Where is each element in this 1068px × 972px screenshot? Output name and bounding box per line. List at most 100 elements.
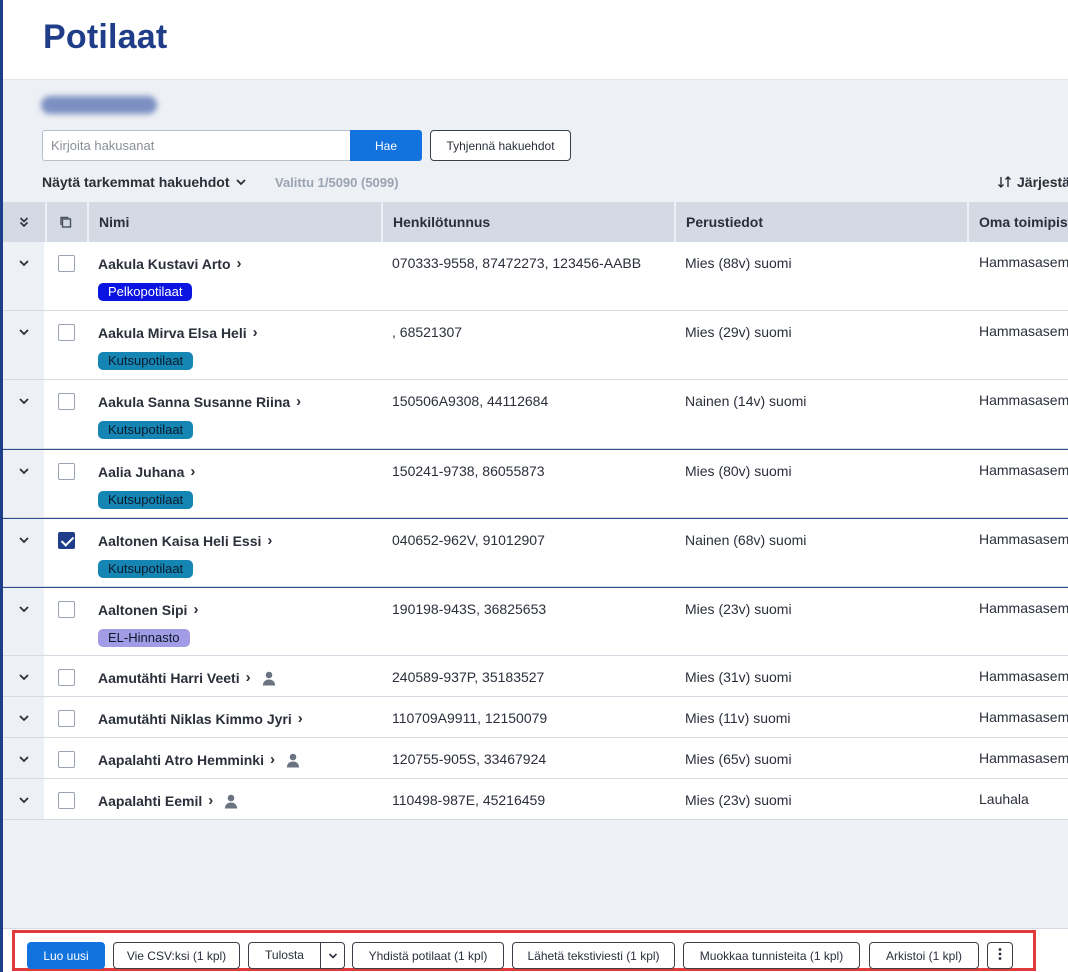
- sort-icon: [998, 176, 1011, 188]
- row-checkbox[interactable]: [58, 532, 75, 549]
- patient-office: Hammasasema: [979, 254, 1068, 270]
- row-checkbox[interactable]: [58, 324, 75, 341]
- create-new-button[interactable]: Luo uusi: [27, 942, 105, 969]
- row-checkbox[interactable]: [58, 710, 75, 727]
- patient-name-link[interactable]: Aakula Kustavi Arto ›: [98, 255, 242, 272]
- patient-info: Mies (23v) suomi: [685, 792, 792, 808]
- table-row[interactable]: Aamutähti Harri Veeti › 240589-937P, 35183…: [3, 656, 1068, 697]
- patient-tag: Kutsupotilaat: [98, 491, 194, 509]
- chevron-down-icon: [18, 537, 29, 544]
- expand-row-button[interactable]: [3, 738, 44, 778]
- table-row[interactable]: Aakula Sanna Susanne Riina › Kutsupotilaat…: [3, 380, 1068, 449]
- sort-button[interactable]: Järjestä: [997, 174, 1068, 190]
- patient-info: Mies (23v) suomi: [685, 601, 792, 617]
- row-checkbox[interactable]: [58, 393, 75, 410]
- table-row[interactable]: Aalia Juhana › Kutsupotilaat 150241-9738, 8…: [3, 449, 1068, 518]
- patient-info: Mies (11v) suomi: [685, 710, 791, 726]
- expand-row-button[interactable]: [3, 588, 44, 655]
- expand-all-button[interactable]: [3, 202, 44, 242]
- merge-patients-button[interactable]: Yhdistä potilaat (1 kpl): [352, 942, 504, 969]
- chevron-down-icon: [18, 756, 29, 763]
- search-button[interactable]: Hae: [350, 130, 422, 161]
- table-row[interactable]: Aaltonen Kaisa Heli Essi › Kutsupotilaat 04…: [3, 518, 1068, 587]
- patient-ssn: 120755-905S, 33467924: [392, 751, 547, 767]
- patient-name: Aakula Sanna Susanne Riina: [98, 393, 291, 410]
- chevron-down-icon: [18, 468, 29, 475]
- column-header-name[interactable]: Nimi: [87, 202, 381, 242]
- chevron-down-icon: [235, 179, 246, 186]
- row-checkbox[interactable]: [58, 463, 75, 480]
- chevron-right-icon: ›: [297, 710, 303, 727]
- advanced-search-toggle[interactable]: Näytä tarkemmat hakuehdot: [42, 174, 248, 190]
- patient-name-link[interactable]: Aaltonen Sipi ›: [98, 601, 198, 618]
- chevron-down-icon: [328, 952, 337, 959]
- chevron-right-icon: ›: [190, 463, 196, 480]
- expand-row-button[interactable]: [3, 311, 44, 379]
- patient-name: Aapalahti Atro Hemminki: [98, 751, 264, 768]
- print-dropdown-button[interactable]: [320, 943, 344, 968]
- select-all-button[interactable]: [45, 202, 85, 242]
- patient-name-link[interactable]: Aalia Juhana ›: [98, 463, 195, 480]
- patient-tag: Kutsupotilaat: [98, 421, 194, 439]
- print-button[interactable]: Tulosta: [249, 943, 320, 968]
- search-input[interactable]: [42, 130, 351, 161]
- row-checkbox[interactable]: [58, 601, 75, 618]
- patient-tag: Kutsupotilaat: [98, 560, 194, 578]
- patient-office: Hammasasema: [979, 600, 1068, 616]
- patient-office: Lauhala: [979, 791, 1029, 807]
- patient-office: Hammasasema: [979, 709, 1068, 725]
- chevron-right-icon: ›: [236, 255, 242, 272]
- expand-row-button[interactable]: [3, 656, 44, 696]
- patient-name: Aamutähti Niklas Kimmo Jyri: [98, 710, 292, 727]
- expand-row-button[interactable]: [3, 380, 44, 448]
- patient-name-link[interactable]: Aapalahti Eemil ›: [98, 792, 239, 809]
- patient-name-link[interactable]: Aamutähti Harri Veeti ›: [98, 669, 277, 686]
- more-actions-button[interactable]: [987, 942, 1013, 969]
- send-sms-button[interactable]: Lähetä tekstiviesti (1 kpl): [512, 942, 675, 969]
- patient-name-link[interactable]: Aamutähti Niklas Kimmo Jyri ›: [98, 710, 303, 727]
- patient-name: Aalia Juhana: [98, 463, 185, 480]
- column-header-ssn[interactable]: Henkilötunnus: [381, 202, 674, 242]
- selected-count: Valittu 1/5090 (5099): [275, 175, 399, 190]
- patient-info: Mies (31v) suomi: [685, 669, 792, 685]
- patient-name-link[interactable]: Aaltonen Kaisa Heli Essi ›: [98, 532, 272, 549]
- patient-name: Aaltonen Sipi: [98, 601, 188, 618]
- archive-button[interactable]: Arkistoi (1 kpl): [869, 942, 979, 969]
- table-row[interactable]: Aakula Kustavi Arto › Pelkopotilaat 070333-…: [3, 242, 1068, 311]
- chevron-right-icon: ›: [269, 751, 275, 768]
- patient-info: Mies (88v) suomi: [685, 255, 792, 271]
- patient-name: Aakula Mirva Elsa Heli: [98, 324, 247, 341]
- table-row[interactable]: Aapalahti Atro Hemminki › 120755-905S, 334…: [3, 738, 1068, 779]
- patient-tag: Pelkopotilaat: [98, 283, 193, 301]
- page-header: Potilaat: [3, 0, 1068, 80]
- column-header-office[interactable]: Oma toimipiste: [967, 202, 1068, 242]
- row-checkbox[interactable]: [58, 255, 75, 272]
- row-checkbox[interactable]: [58, 669, 75, 686]
- patient-ssn: , 68521307: [392, 324, 463, 340]
- patient-name-link[interactable]: Aakula Mirva Elsa Heli ›: [98, 324, 258, 341]
- export-csv-button[interactable]: Vie CSV:ksi (1 kpl): [113, 942, 240, 969]
- patient-ssn: 150506A9308, 44112684: [392, 393, 549, 409]
- table-row[interactable]: Aamutähti Niklas Kimmo Jyri › 110709A9911,…: [3, 697, 1068, 738]
- table-row[interactable]: Aapalahti Eemil › 110498-987E, 45216459 Mie…: [3, 779, 1068, 820]
- expand-row-button[interactable]: [3, 242, 44, 310]
- chevron-down-icon: [18, 398, 29, 405]
- patient-info: Nainen (68v) suomi: [685, 532, 807, 548]
- patient-ssn: 110709A9911, 12150079: [392, 710, 548, 726]
- column-header-info[interactable]: Perustiedot: [674, 202, 967, 242]
- table-row[interactable]: Aaltonen Sipi › EL-Hinnasto 190198-943S, 36…: [3, 587, 1068, 656]
- expand-row-button[interactable]: [3, 519, 44, 586]
- patient-info: Mies (80v) suomi: [685, 463, 792, 479]
- patient-name-link[interactable]: Aakula Sanna Susanne Riina ›: [98, 393, 301, 410]
- row-checkbox[interactable]: [58, 751, 75, 768]
- chevron-down-icon: [18, 329, 29, 336]
- expand-row-button[interactable]: [3, 450, 44, 517]
- row-checkbox[interactable]: [58, 792, 75, 809]
- expand-row-button[interactable]: [3, 779, 44, 819]
- edit-tags-button[interactable]: Muokkaa tunnisteita (1 kpl): [683, 942, 860, 969]
- patient-name-link[interactable]: Aapalahti Atro Hemminki ›: [98, 751, 301, 768]
- clear-search-button[interactable]: Tyhjennä hakuehdot: [430, 130, 571, 161]
- table-row[interactable]: Aakula Mirva Elsa Heli › Kutsupotilaat , 68…: [3, 311, 1068, 380]
- expand-row-button[interactable]: [3, 697, 44, 737]
- patient-ssn: 190198-943S, 36825653: [392, 601, 547, 617]
